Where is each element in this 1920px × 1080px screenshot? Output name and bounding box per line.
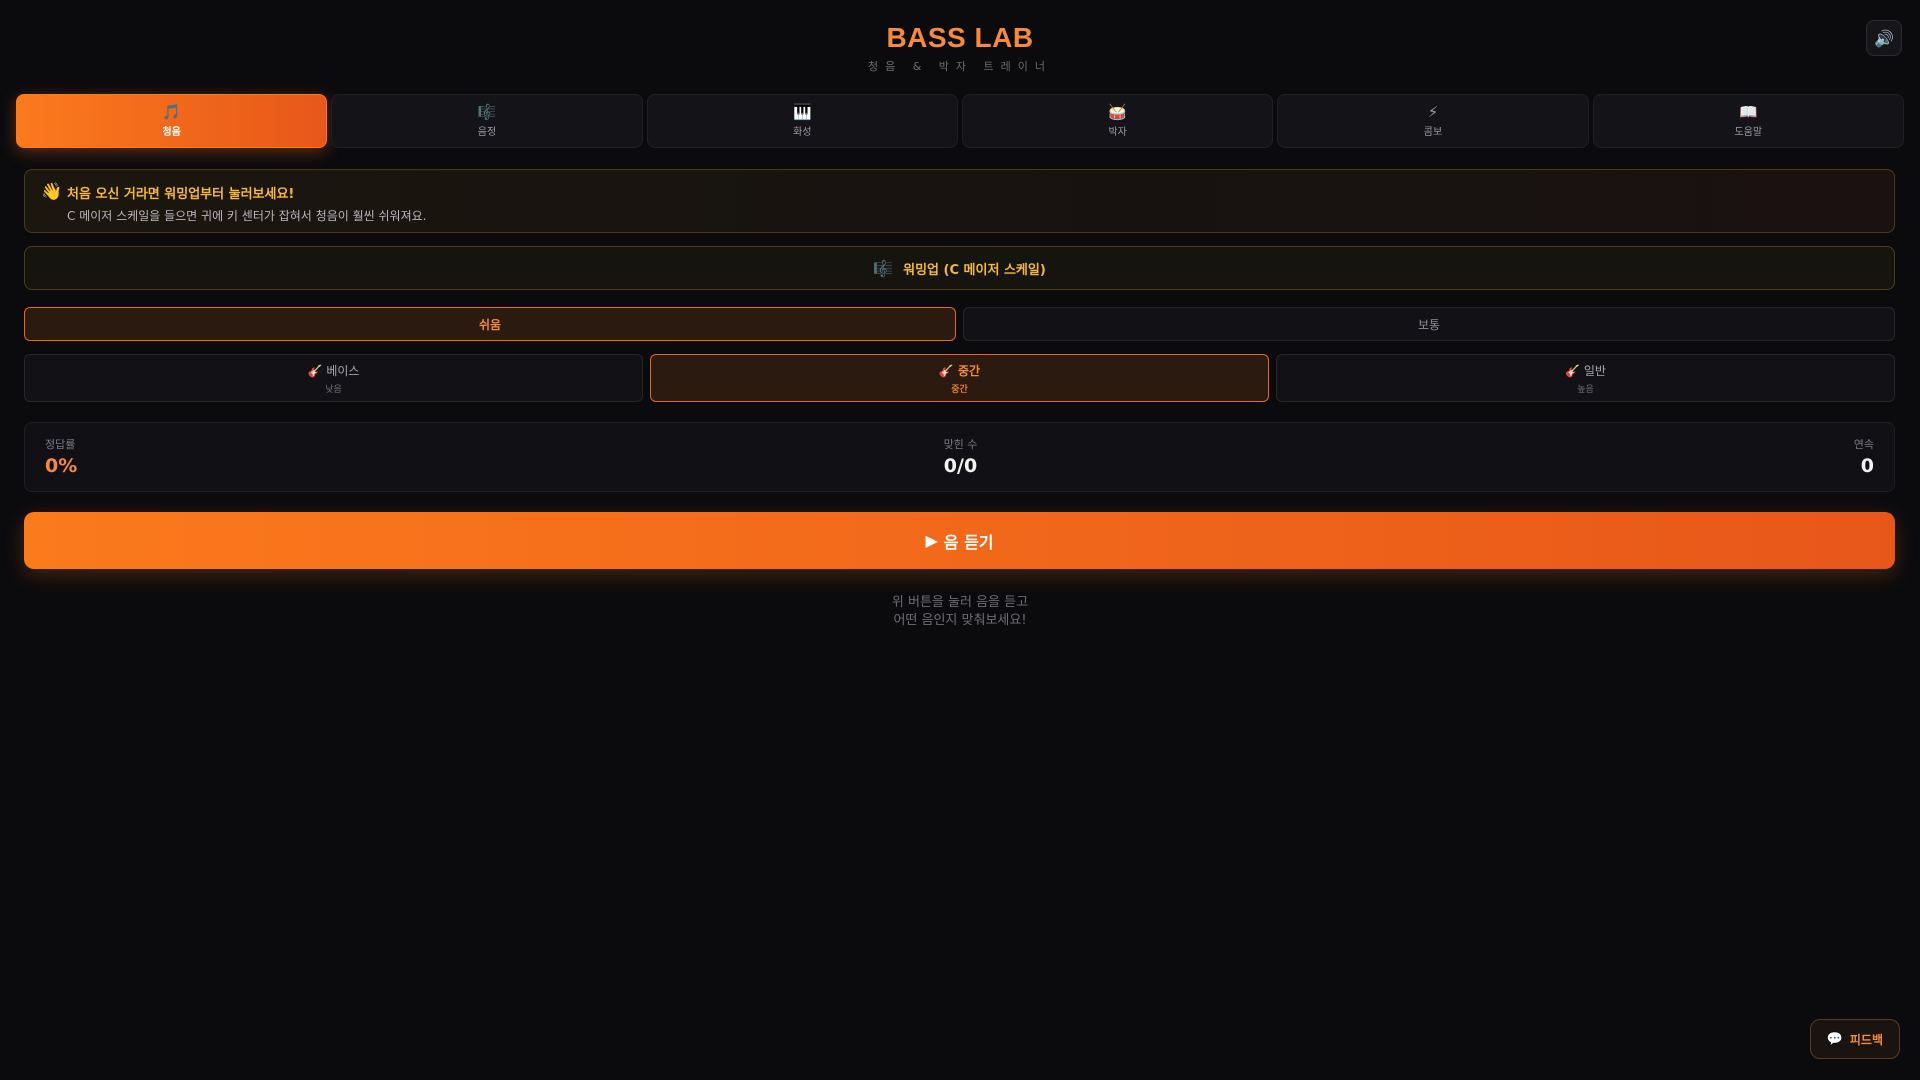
warmup-label: 워밍업 (C 메이저 스케일) xyxy=(903,262,1046,278)
welcome-banner: 👋 처음 오신 거라면 워밍업부터 눌러보세요! C 메이저 스케일을 들으면 … xyxy=(24,169,1895,233)
streak-stat: 연속 0 xyxy=(1854,436,1874,477)
difficulty-selector: 쉬움 보통 xyxy=(24,307,1895,341)
range-label: 중간 xyxy=(958,363,981,378)
streak-label: 연속 xyxy=(1853,438,1874,451)
tab-ear-training[interactable]: 🎵 청음 xyxy=(16,94,328,148)
feedback-button[interactable]: 💬 피드백 xyxy=(1809,1019,1900,1059)
tab-label: 화성 xyxy=(793,127,812,138)
play-label: 음 듣기 xyxy=(943,532,994,552)
sound-toggle-button[interactable]: 🔊 xyxy=(1866,20,1902,56)
header: BASS LAB 청음 & 박자 트레이너 xyxy=(0,22,1920,74)
range-mid-button[interactable]: 🎸 중간 중간 xyxy=(650,354,1269,402)
welcome-title: 처음 오신 거라면 워밍업부터 눌러보세요! xyxy=(67,186,295,202)
play-icon: ▶ xyxy=(925,531,938,550)
tab-label: 청음 xyxy=(162,127,181,138)
range-normal-button[interactable]: 🎸 일반 높음 xyxy=(1276,354,1895,402)
tab-label: 박자 xyxy=(1108,127,1127,138)
hint-line-1: 위 버튼을 눌러 음을 듣고 xyxy=(891,595,1029,610)
tab-label: 콤보 xyxy=(1423,127,1443,138)
correct-count-value: 0/0 xyxy=(943,455,978,477)
tab-combo[interactable]: ⚡ 콤보 xyxy=(1277,94,1589,148)
feedback-label: 피드백 xyxy=(1849,1032,1883,1047)
range-sub-label: 중간 xyxy=(951,384,968,395)
stats-panel: 정답률 0% 맞힌 수 0/0 연속 0 xyxy=(24,422,1895,492)
range-selector: 🎸 베이스 낮음 🎸 중간 중간 🎸 일반 높음 xyxy=(24,354,1895,402)
musical-score-icon: 🎼 xyxy=(477,103,497,121)
app-title: BASS LAB xyxy=(886,22,1034,53)
guitar-icon: 🎸 xyxy=(307,363,323,378)
mode-tabs: 🎵 청음 🎼 음정 🎹 화성 🥁 박자 ⚡ 콤보 📖 도움말 xyxy=(16,94,1904,148)
welcome-description: C 메이저 스케일을 들으면 귀에 키 센터가 잡혀서 청음이 훨씬 쉬워져요. xyxy=(67,209,427,223)
tab-label: 음정 xyxy=(477,127,497,138)
tab-rhythm[interactable]: 🥁 박자 xyxy=(961,94,1274,148)
music-note-icon: 🎵 xyxy=(162,103,181,121)
range-bass-button[interactable]: 🎸 베이스 낮음 xyxy=(24,354,643,402)
range-label: 일반 xyxy=(1583,363,1606,378)
difficulty-normal-button[interactable]: 보통 xyxy=(963,307,1895,341)
correct-count-label: 맞힌 수 xyxy=(943,438,978,451)
lightning-icon: ⚡ xyxy=(1427,103,1439,121)
tab-interval[interactable]: 🎼 음정 xyxy=(331,94,643,148)
tab-label: 도움말 xyxy=(1734,127,1763,138)
difficulty-easy-button[interactable]: 쉬움 xyxy=(24,307,956,341)
piano-icon: 🎹 xyxy=(792,103,812,121)
waving-hand-icon: 👋 xyxy=(41,182,63,202)
hint-line-2: 어떤 음인지 맞춰보세요! xyxy=(893,613,1027,628)
play-note-button[interactable]: ▶ 음 듣기 xyxy=(24,512,1895,569)
tab-help[interactable]: 📖 도움말 xyxy=(1592,94,1904,148)
speech-bubble-icon: 💬 xyxy=(1826,1031,1843,1047)
guitar-icon: 🎸 xyxy=(1565,363,1581,378)
tab-harmony[interactable]: 🎹 화성 xyxy=(646,94,958,148)
speaker-icon: 🔊 xyxy=(1874,28,1894,48)
range-sub-label: 높음 xyxy=(1577,384,1594,395)
correct-count-stat: 맞힌 수 0/0 xyxy=(25,436,1896,477)
warmup-button[interactable]: 🎼 워밍업 (C 메이저 스케일) xyxy=(24,246,1895,290)
book-icon: 📖 xyxy=(1738,103,1758,121)
instruction-hint: 위 버튼을 눌러 음을 듣고 어떤 음인지 맞춰보세요! xyxy=(0,594,1920,630)
range-label: 베이스 xyxy=(326,363,360,378)
streak-value: 0 xyxy=(1860,455,1874,477)
app-root: BASS LAB 청음 & 박자 트레이너 🔊 🎵 청음 🎼 음정 🎹 화성 🥁… xyxy=(0,0,1920,1080)
musical-score-icon: 🎼 xyxy=(873,258,894,278)
app-subtitle: 청음 & 박자 트레이너 xyxy=(867,60,1053,73)
guitar-icon: 🎸 xyxy=(938,363,954,378)
drum-icon: 🥁 xyxy=(1108,103,1127,121)
range-sub-label: 낮음 xyxy=(325,384,342,395)
